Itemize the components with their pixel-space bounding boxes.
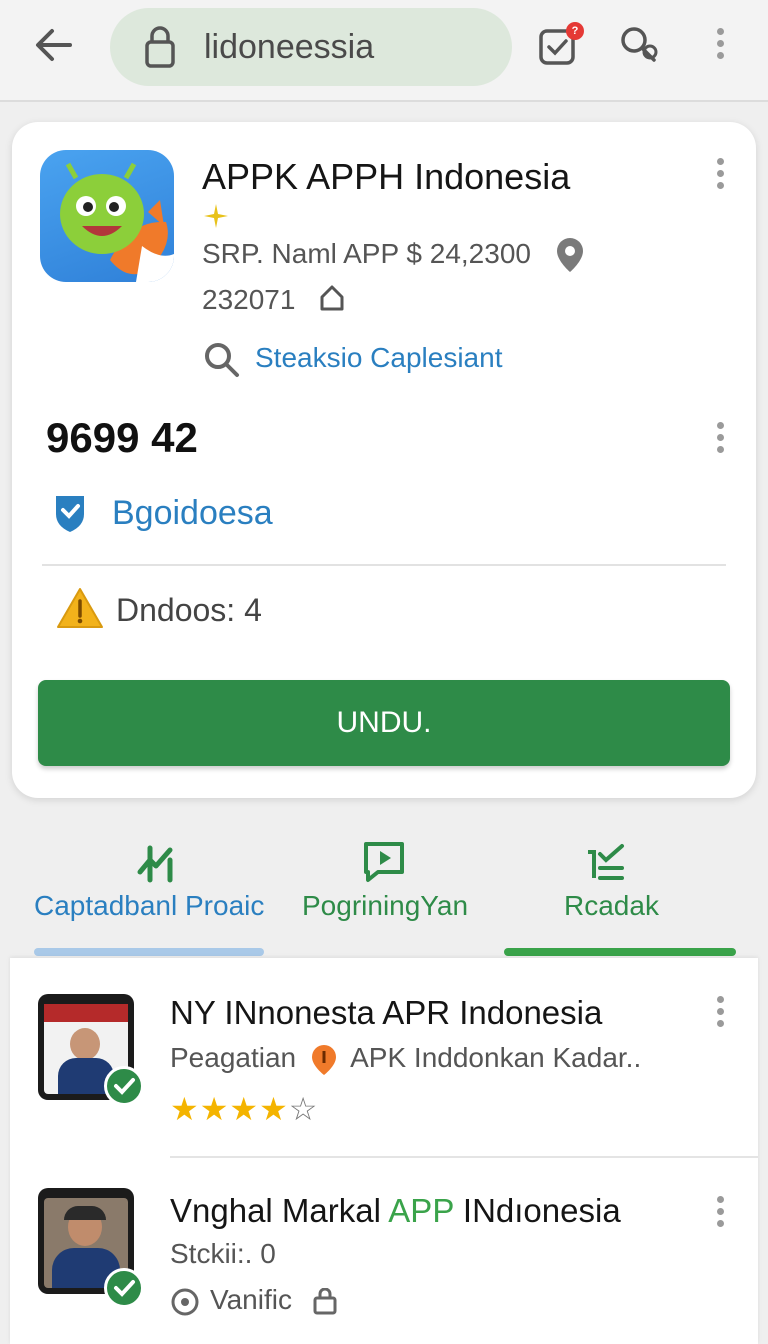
back-arrow-icon[interactable] xyxy=(30,22,80,68)
download-button[interactable]: UNDU. xyxy=(38,680,730,766)
star-filled-icon: ★ xyxy=(199,1091,230,1127)
meta-label: Vanific xyxy=(210,1284,292,1315)
play-message-icon xyxy=(364,842,404,882)
lock-icon xyxy=(145,26,175,68)
notification-badge: ? xyxy=(566,22,584,40)
pin-badge-icon xyxy=(311,1044,336,1075)
title-text: Vnghal Markal xyxy=(170,1192,389,1229)
list-item-menu-icon[interactable] xyxy=(715,996,725,1030)
stats-menu-icon[interactable] xyxy=(715,422,725,456)
verified-check-icon xyxy=(104,1066,144,1106)
search-link[interactable]: Steaksio Caplesiant xyxy=(255,342,502,374)
location-pin-icon[interactable] xyxy=(554,236,586,274)
checklist-icon xyxy=(588,844,624,880)
star-rating: ★★★★☆ xyxy=(170,1090,318,1128)
divider xyxy=(42,564,726,566)
star-filled-icon: ★ xyxy=(170,1091,200,1127)
tab-label: Captadbanl Proaic xyxy=(34,890,265,921)
app-logo-icon xyxy=(40,150,174,282)
account-search-icon[interactable] xyxy=(616,22,662,68)
tab-label: Rcadak xyxy=(564,890,659,921)
sparkle-icon xyxy=(204,204,228,228)
warning-icon xyxy=(57,588,103,628)
tab-rcadak[interactable]: Rcadak xyxy=(500,830,740,960)
star-filled-icon: ★ xyxy=(259,1091,289,1127)
card-menu-icon[interactable] xyxy=(715,158,725,192)
trend-icon xyxy=(137,845,173,883)
list-item-category: Peagatian xyxy=(170,1042,297,1073)
tab-pogriningyan[interactable]: PogriningYan xyxy=(298,830,478,960)
list-item[interactable]: Vnghal Markal APP INdıonesia Stckii:. 0 … xyxy=(10,1158,758,1344)
search-icon[interactable] xyxy=(202,340,240,378)
verified-publisher-link[interactable]: Bgoidoesa xyxy=(112,494,273,533)
star-empty-icon: ☆ xyxy=(288,1091,319,1127)
url-text[interactable]: lidoneessia xyxy=(204,28,374,67)
home-icon xyxy=(320,285,344,311)
title-text: INdıonesia xyxy=(453,1192,621,1229)
shield-icon xyxy=(56,496,84,532)
list-item-menu-icon[interactable] xyxy=(715,1196,725,1230)
bag-icon xyxy=(313,1287,337,1315)
download-count: 9699 42 xyxy=(46,414,198,461)
price-line: SRP. Naml APP $ 24,2300 xyxy=(202,238,531,269)
app-title: APPK APPH Indonesia xyxy=(202,156,571,197)
verified-check-icon xyxy=(104,1268,144,1308)
browser-menu-icon[interactable] xyxy=(715,28,725,62)
star-filled-icon: ★ xyxy=(229,1091,260,1127)
tab-captadbanl[interactable]: Captadbanl Proaic xyxy=(30,830,270,960)
app-detail-card: APPK APPH Indonesia SRP. Naml APP $ 24,2… xyxy=(12,122,756,798)
browser-toolbar: lidoneessia ? xyxy=(0,0,768,102)
tab-label: PogriningYan xyxy=(302,890,469,921)
app-list: NY INnonesta APR Indonesia Peagatian APK… xyxy=(10,958,758,1344)
app-code: 232071 xyxy=(202,284,296,315)
title-accent: APP xyxy=(388,1192,454,1229)
list-item-title: NY INnonesta APR Indonesia xyxy=(170,994,603,1031)
warning-label: Dndoos: 4 xyxy=(116,592,262,628)
list-item-subtitle: Stckii:. 0 xyxy=(170,1238,276,1269)
address-bar[interactable]: lidoneessia xyxy=(110,8,512,86)
list-item[interactable]: NY INnonesta APR Indonesia Peagatian APK… xyxy=(10,958,758,1158)
radio-icon xyxy=(171,1288,199,1316)
list-item-title: Vnghal Markal APP INdıonesia xyxy=(170,1192,621,1230)
list-item-subtitle: Peagatian APK Inddonkan Kadar.. xyxy=(170,1042,641,1077)
tab-indicator xyxy=(34,948,264,956)
list-item-meta: Vanific xyxy=(170,1284,338,1317)
tab-indicator xyxy=(504,948,736,956)
list-item-description: APK Inddonkan Kadar.. xyxy=(350,1042,642,1073)
